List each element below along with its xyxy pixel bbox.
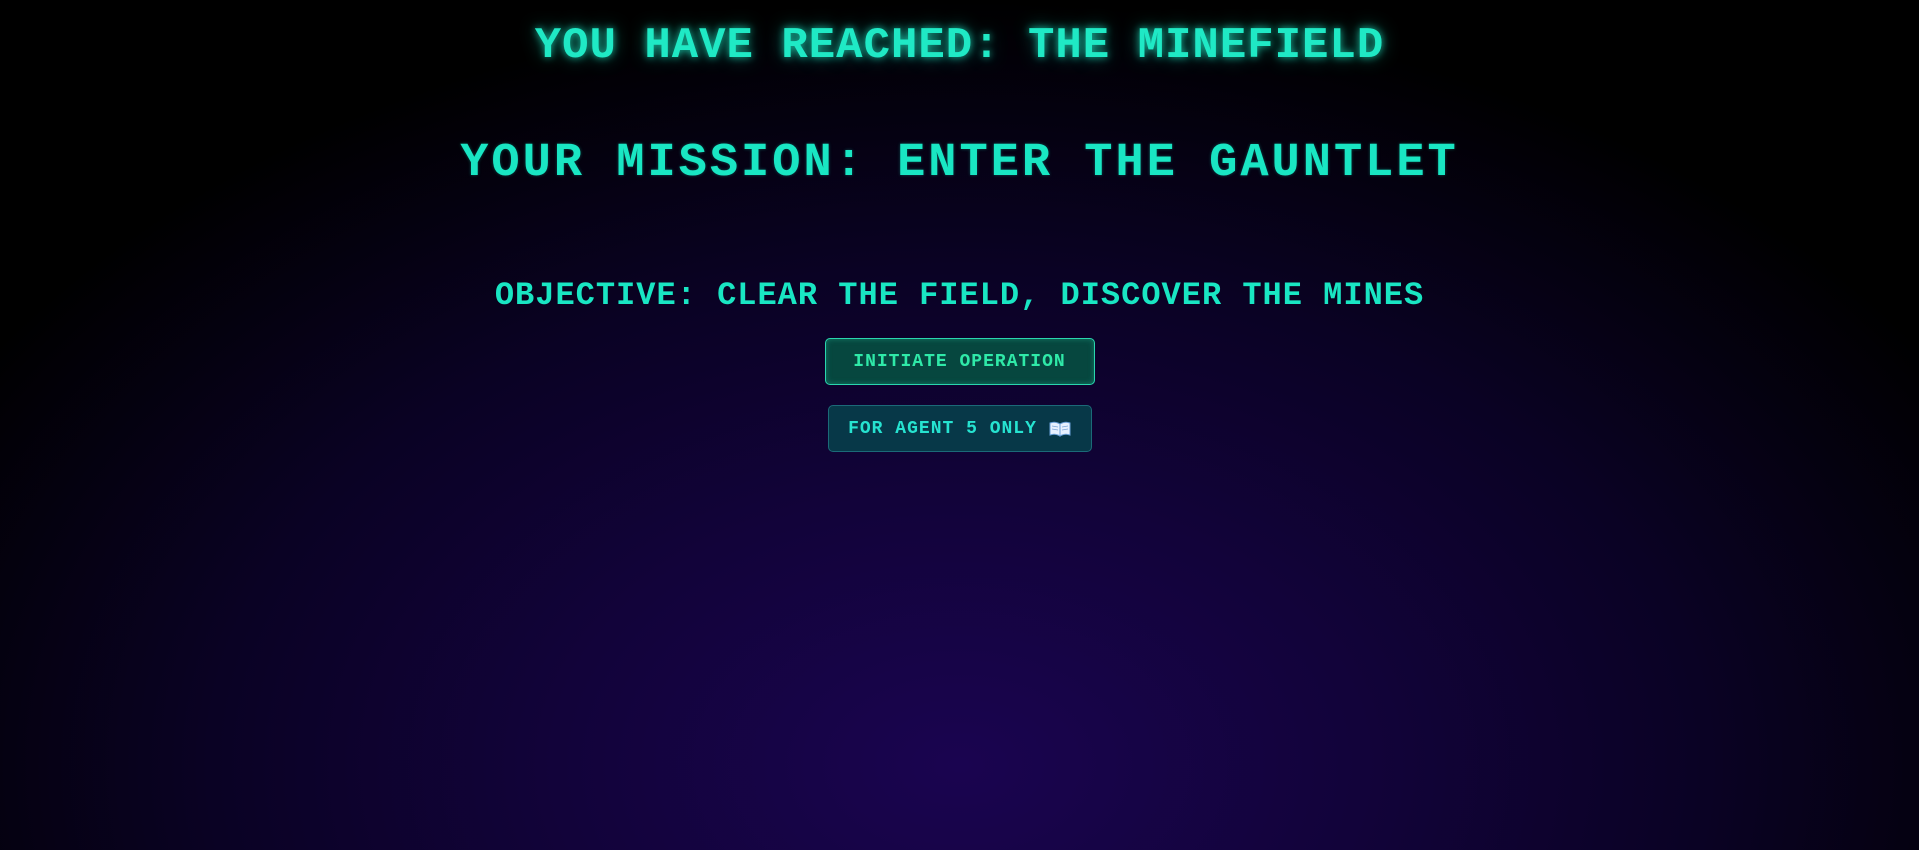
agent-manual-label: FOR AGENT 5 ONLY: [848, 418, 1037, 439]
manual-button-row: FOR AGENT 5 ONLY: [0, 405, 1919, 452]
minefield-intro-screen: YOU HAVE REACHED: THE MINEFIELD YOUR MIS…: [0, 0, 1919, 850]
initiate-operation-button[interactable]: INITIATE OPERATION: [824, 338, 1095, 385]
open-book-icon: [1049, 421, 1071, 437]
mission-heading: YOUR MISSION: ENTER THE GAUNTLET: [460, 137, 1459, 190]
objective-heading: OBJECTIVE: CLEAR THE FIELD, DISCOVER THE…: [494, 277, 1425, 314]
location-headline: YOU HAVE REACHED: THE MINEFIELD: [534, 21, 1385, 71]
agent-manual-button[interactable]: FOR AGENT 5 ONLY: [827, 405, 1092, 452]
initiate-operation-label: INITIATE OPERATION: [853, 351, 1066, 372]
start-button-row: INITIATE OPERATION: [0, 338, 1919, 385]
